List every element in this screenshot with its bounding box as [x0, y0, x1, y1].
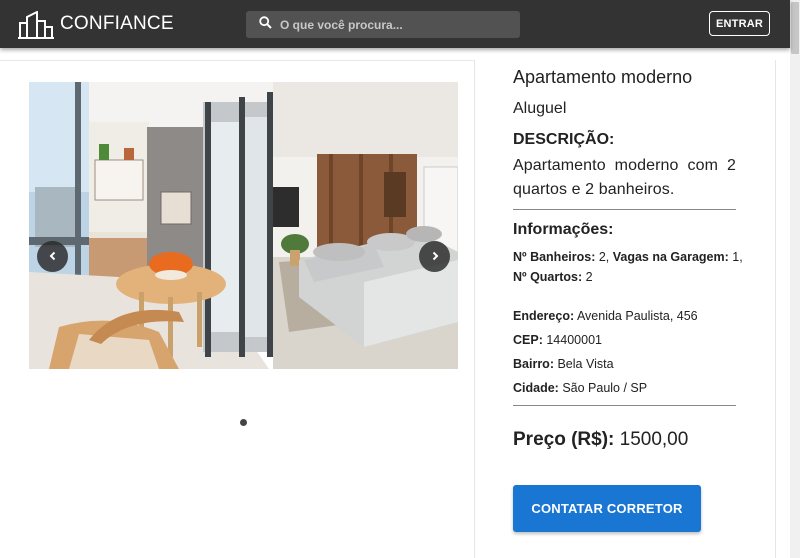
info-rooms: Nº Quartos: 2 [513, 270, 593, 284]
info-heading: Informações: [513, 221, 614, 238]
city-value: São Paulo / SP [562, 381, 648, 395]
scrollbar-thumb[interactable] [791, 2, 799, 54]
bathrooms-value: 2 [598, 250, 606, 264]
panel-divider-right [775, 60, 776, 558]
page-scrollbar[interactable] [790, 0, 800, 558]
cep-value: 14400001 [546, 333, 602, 347]
address-label: Endereço: [513, 309, 575, 323]
search-bar[interactable] [246, 11, 520, 38]
address-value: Avenida Paulista, 456 [576, 309, 698, 323]
search-input[interactable] [280, 17, 500, 32]
chevron-right-icon [430, 248, 440, 266]
info-cep: CEP: 14400001 [513, 333, 602, 347]
property-title: Apartamento moderno [513, 67, 693, 87]
brand-name[interactable]: CONFIANCE [60, 13, 174, 35]
info-address: Endereço: Avenida Paulista, 456 [513, 309, 698, 323]
login-button[interactable]: ENTRAR [709, 11, 770, 36]
carousel-next-button[interactable] [419, 241, 450, 272]
price-label: Preço (R$): [513, 429, 615, 450]
top-navbar: CONFIANCE ENTRAR [0, 0, 790, 48]
parking-label: Vagas na Garagem: [612, 250, 729, 264]
description-text: Apartamento moderno com 2 quartos e 2 ba… [513, 157, 736, 198]
carousel-prev-button[interactable] [37, 241, 68, 272]
parking-value: 1 [732, 250, 740, 264]
listing-type: Aluguel [513, 100, 567, 117]
buildings-logo-icon[interactable] [18, 9, 56, 39]
property-details-panel: Apartamento moderno Aluguel DESCRIÇÃO: A… [475, 60, 775, 558]
chevron-left-icon [48, 248, 58, 266]
city-label: Cidade: [513, 381, 559, 395]
divider [513, 209, 736, 210]
contact-broker-button[interactable]: CONTATAR CORRETOR [513, 485, 701, 532]
price-value: 1500,00 [619, 429, 689, 450]
carousel-indicator-dot[interactable] [240, 419, 247, 426]
neighborhood-value: Bela Vista [557, 357, 614, 371]
rooms-label: Nº Quartos: [513, 270, 583, 284]
price: Preço (R$): 1500,00 [513, 429, 688, 451]
divider [513, 405, 736, 406]
bathrooms-label: Nº Banheiros: [513, 250, 596, 264]
neighborhood-label: Bairro: [513, 357, 554, 371]
description-heading: DESCRIÇÃO: [513, 131, 615, 148]
info-bath-parking: Nº Banheiros: 2, Vagas na Garagem: 1, [513, 250, 743, 264]
property-photo [29, 82, 458, 369]
rooms-value: 2 [585, 270, 593, 284]
cep-label: CEP: [513, 333, 543, 347]
info-neighborhood: Bairro: Bela Vista [513, 357, 614, 371]
search-icon [246, 15, 280, 34]
info-city: Cidade: São Paulo / SP [513, 381, 647, 395]
